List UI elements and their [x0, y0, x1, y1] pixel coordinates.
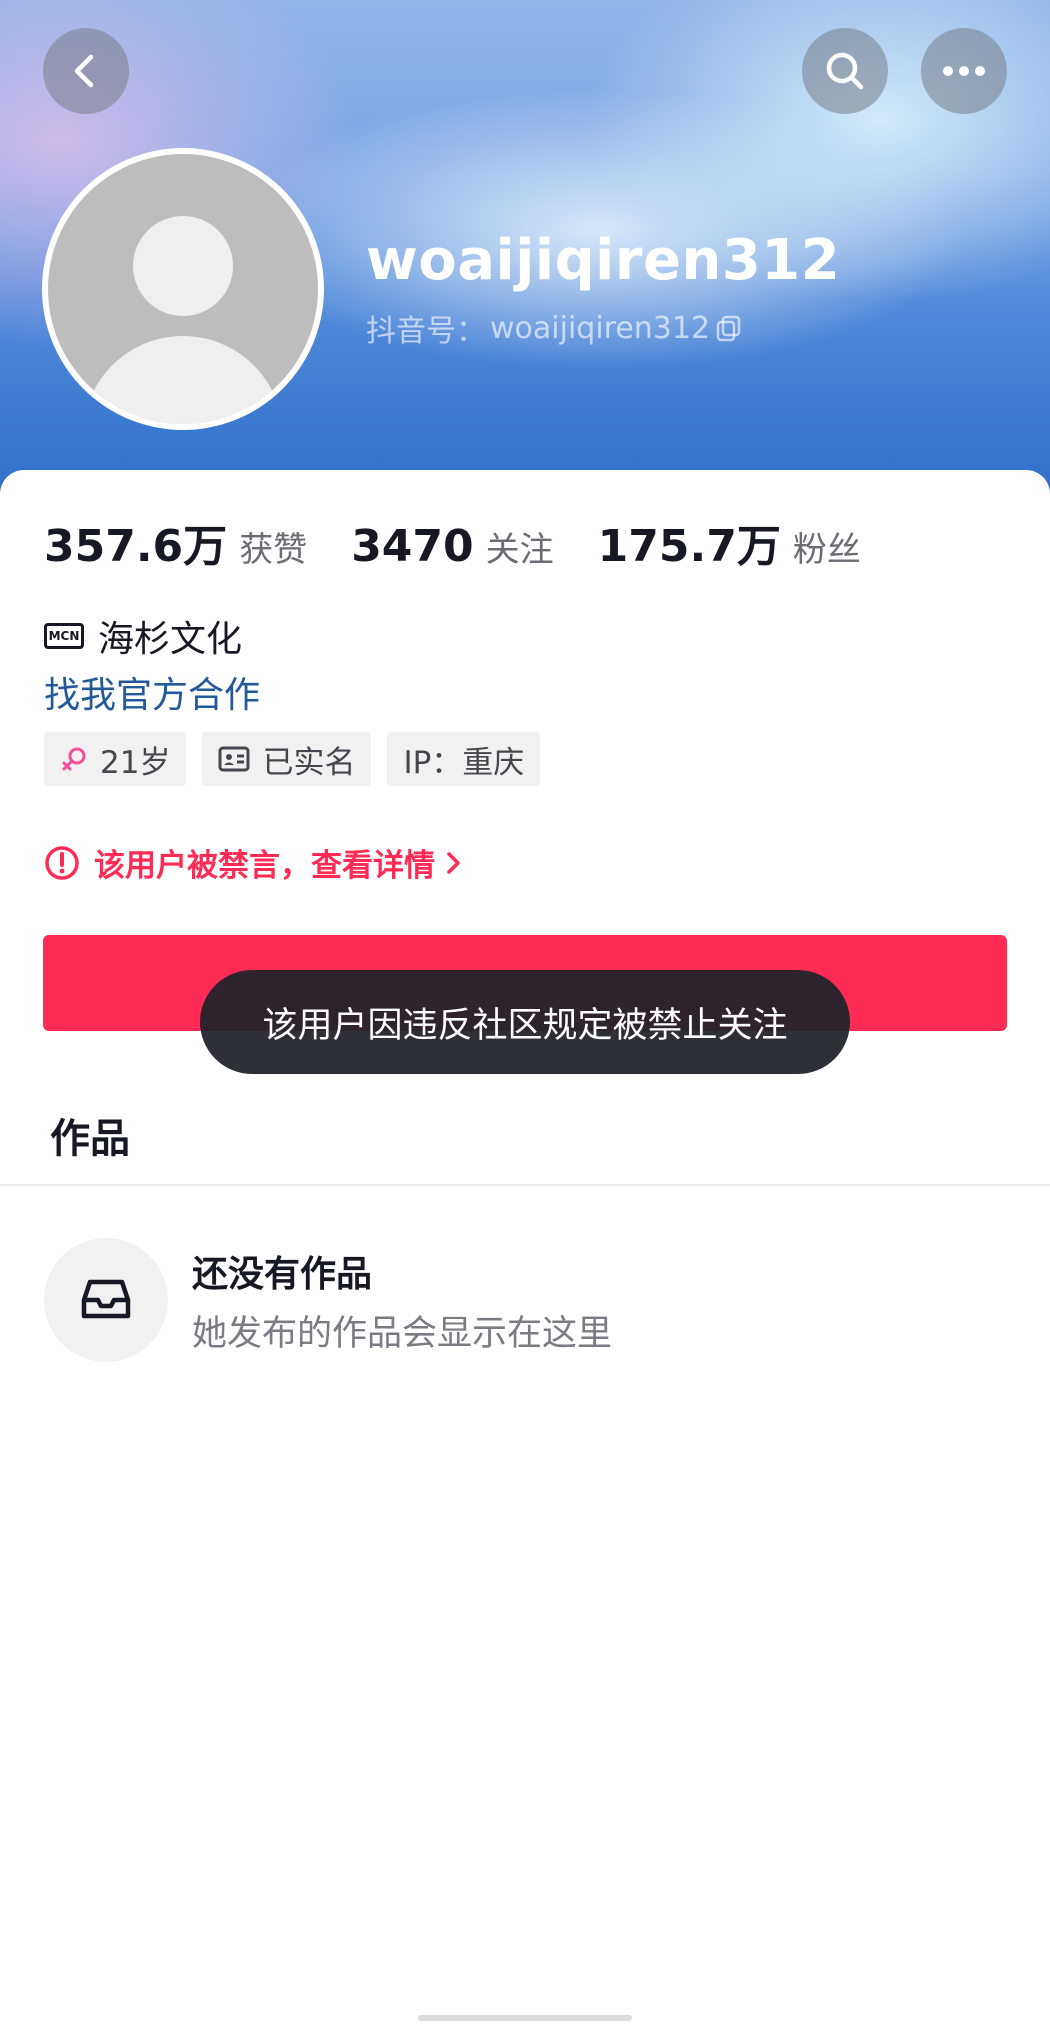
- douyin-id-label: 抖音号：: [366, 314, 486, 349]
- empty-description: 她发布的作品会显示在这里: [192, 1313, 613, 1354]
- cooperation-link[interactable]: 找我官方合作: [44, 666, 260, 718]
- more-icon: [943, 66, 985, 76]
- chevron-left-icon: [74, 54, 94, 88]
- username: woaijiqiren312: [366, 228, 841, 293]
- home-indicator[interactable]: [418, 2015, 632, 2021]
- search-button[interactable]: [802, 28, 888, 114]
- tag-ip: IP：重庆: [387, 732, 541, 786]
- toast-message: 该用户因违反社区规定被禁止关注: [200, 970, 850, 1074]
- douyin-id-value: woaijiqiren312: [490, 310, 711, 346]
- empty-title: 还没有作品: [192, 1253, 373, 1295]
- id-card-icon: [218, 746, 250, 772]
- tag-age-text: 21岁: [100, 744, 171, 781]
- stat-label: 获赞: [239, 530, 308, 570]
- stat-label: 关注: [485, 530, 554, 570]
- inbox-icon: [81, 1279, 131, 1319]
- divider: [0, 1184, 1050, 1186]
- empty-text: 还没有作品 她发布的作品会显示在这里: [192, 1245, 612, 1356]
- warning-icon: [45, 845, 79, 880]
- stat-likes[interactable]: 357.6万 获赞: [44, 510, 307, 574]
- stat-followers[interactable]: 175.7万 粉丝: [598, 510, 861, 574]
- mcn-name: 海杉文化: [98, 619, 243, 660]
- tag-ip-text: IP：重庆: [403, 744, 525, 781]
- stat-value: 357.6万: [44, 521, 228, 572]
- avatar[interactable]: [42, 148, 324, 430]
- more-button[interactable]: [921, 28, 1007, 114]
- empty-state: 还没有作品 她发布的作品会显示在这里: [44, 1238, 612, 1362]
- stat-value: 175.7万: [597, 521, 781, 572]
- copy-icon[interactable]: [714, 313, 744, 343]
- empty-icon-wrap: [44, 1238, 168, 1362]
- mcn-icon: MCN: [44, 623, 84, 649]
- stats-row: 357.6万 获赞 3470 关注 175.7万 粉丝: [44, 510, 905, 574]
- stat-value: 3470: [351, 521, 474, 572]
- douyin-id-row[interactable]: 抖音号： woaijiqiren312: [366, 306, 744, 350]
- stat-following[interactable]: 3470 关注: [351, 521, 553, 572]
- back-button[interactable]: [43, 28, 129, 114]
- tag-verified: 已实名: [202, 732, 372, 786]
- search-icon: [826, 52, 864, 90]
- default-avatar-icon: [48, 154, 318, 424]
- stat-label: 粉丝: [792, 530, 861, 570]
- profile-page: woaijiqiren312 抖音号： woaijiqiren312 357.6…: [0, 0, 1050, 2038]
- profile-content: 357.6万 获赞 3470 关注 175.7万 粉丝 MCN 海杉文化 找我官…: [0, 470, 1050, 2038]
- tab-works[interactable]: 作品: [50, 1106, 130, 1164]
- tag-age: 21岁: [44, 732, 187, 786]
- profile-tags: 21岁 已实名 IP：重庆: [44, 732, 556, 786]
- ban-notice-text: 该用户被禁言，查看详情: [94, 848, 435, 884]
- ban-notice[interactable]: 该用户被禁言，查看详情: [44, 840, 463, 885]
- female-icon: [62, 747, 86, 771]
- tag-verified-text: 已实名: [262, 744, 356, 781]
- mcn-row[interactable]: MCN 海杉文化: [44, 610, 242, 662]
- chevron-right-icon: [447, 851, 460, 874]
